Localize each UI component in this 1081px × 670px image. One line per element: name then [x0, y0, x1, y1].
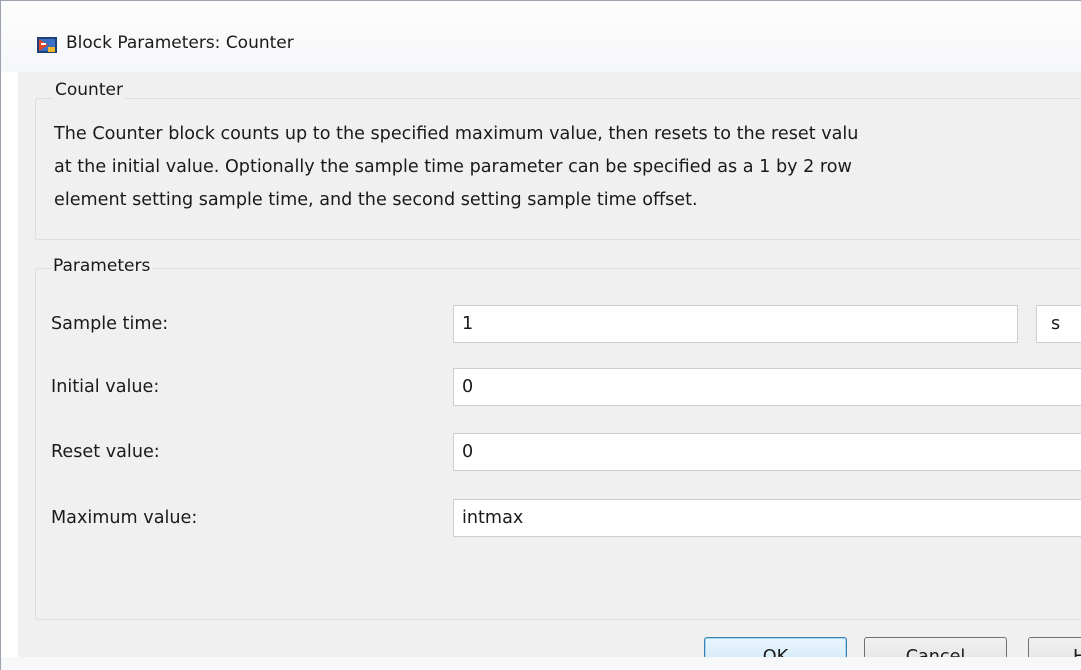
window-frame — [0, 0, 1081, 670]
block-parameters-dialog: Block Parameters: Counter Counter The Co… — [0, 0, 1081, 670]
